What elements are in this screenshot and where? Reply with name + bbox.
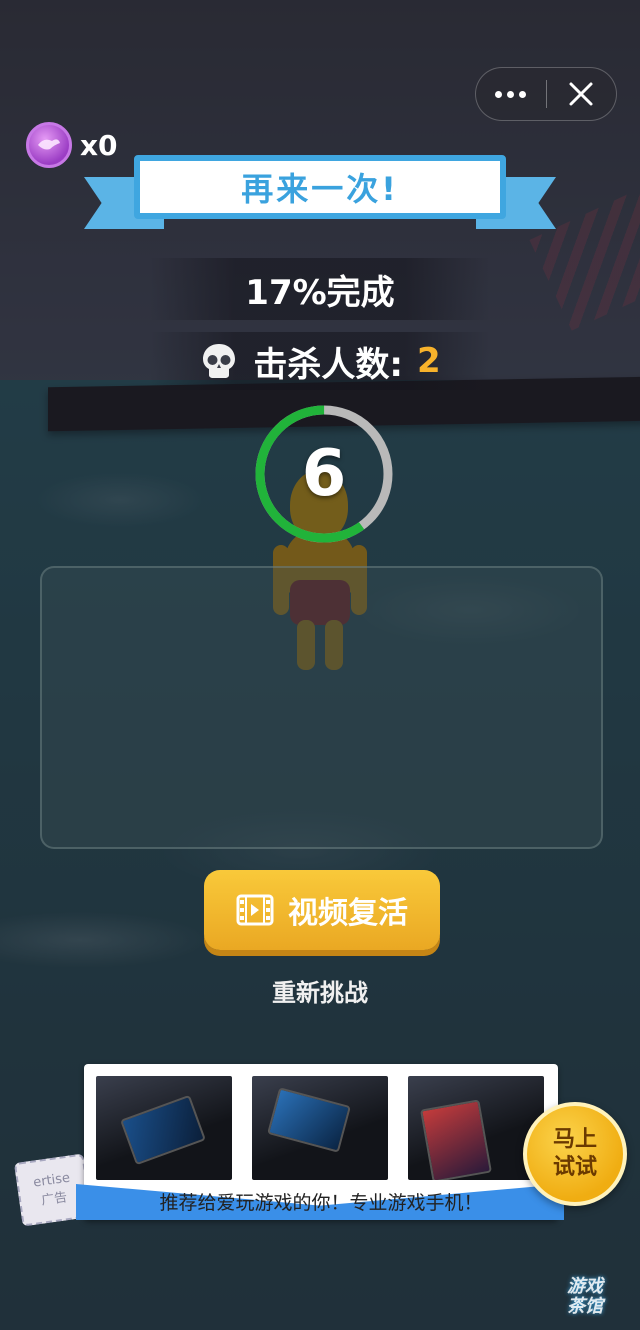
coin-icon [26, 122, 72, 168]
try-now-button[interactable]: 马上试试 [523, 1102, 627, 1206]
more-button[interactable] [476, 68, 546, 120]
video-icon [236, 894, 274, 926]
ad-stamp-label: 广告 [40, 1190, 69, 1209]
ad-image-2 [252, 1076, 388, 1180]
title-banner: 再来一次! [84, 155, 556, 241]
watermark-line-2: 茶馆 [567, 1296, 603, 1317]
close-icon [569, 82, 593, 106]
banner-main: 再来一次! [134, 155, 506, 219]
countdown-seconds: 6 [301, 437, 347, 511]
kill-count-value: 2 [416, 341, 441, 381]
skull-icon [203, 344, 236, 378]
close-button[interactable] [547, 68, 617, 120]
retry-button[interactable]: 重新挑战 [220, 970, 420, 1010]
video-revive-button[interactable]: 视频复活 [204, 870, 440, 950]
banner-title: 再来一次! [241, 170, 399, 208]
completion-text: 17%完成 [150, 258, 490, 320]
kill-count-label: 击杀人数: [253, 344, 403, 385]
try-now-label: 马上试试 [552, 1127, 597, 1180]
kill-count-row: 击杀人数: 2 [150, 332, 490, 390]
ad-placeholder-panel [40, 566, 603, 849]
video-revive-label: 视频复活 [288, 896, 408, 931]
more-dots-icon [495, 90, 527, 98]
mini-program-capsule [475, 67, 617, 121]
ad-caption: 推荐给爱玩游戏的你！专业游戏手机！ [159, 1191, 483, 1214]
watermark-line-1: 游戏 [567, 1276, 603, 1297]
watermark-logo: 游戏 茶馆 [540, 1272, 630, 1322]
ad-image-1 [96, 1076, 232, 1180]
countdown-timer: 6 [250, 400, 398, 548]
